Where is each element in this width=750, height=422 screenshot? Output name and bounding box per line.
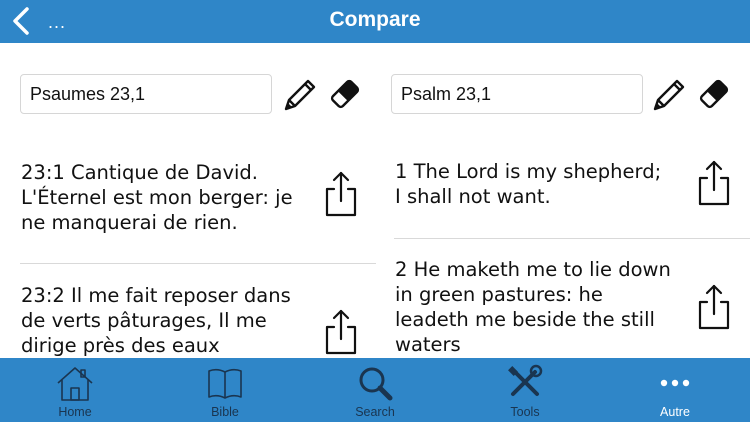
- left-compare-panel: 23:1 Cantique de David. L'Éternel est mo…: [0, 43, 376, 358]
- share-icon[interactable]: [322, 308, 360, 356]
- eraser-icon[interactable]: [326, 76, 364, 112]
- tab-tools[interactable]: Tools: [450, 358, 600, 422]
- eraser-icon[interactable]: [695, 76, 733, 112]
- tab-autre[interactable]: Autre: [600, 358, 750, 422]
- pencil-icon[interactable]: [650, 76, 688, 112]
- tab-search-label: Search: [355, 405, 395, 419]
- right-compare-panel: 1 The Lord is my shepherd; I shall not w…: [376, 43, 750, 358]
- verse-divider: [394, 238, 750, 239]
- tools-icon: [508, 364, 543, 396]
- tab-home-label: Home: [58, 405, 92, 419]
- right-reference-input[interactable]: [391, 74, 643, 114]
- tab-bible[interactable]: Bible: [150, 358, 300, 422]
- share-icon[interactable]: [322, 170, 360, 218]
- tab-bar: Home Bible Search Tools Autre: [0, 358, 750, 422]
- right-verse-2: 2 He maketh me to lie down in green past…: [395, 258, 671, 356]
- left-verse-1: 23:1 Cantique de David. L'Éternel est mo…: [21, 161, 293, 234]
- book-icon: [208, 368, 242, 399]
- tab-tools-label: Tools: [510, 405, 540, 419]
- left-reference-input[interactable]: [20, 74, 272, 114]
- verse-divider: [20, 263, 376, 264]
- page-title: Compare: [329, 8, 421, 31]
- tab-bible-label: Bible: [211, 405, 239, 419]
- tab-search[interactable]: Search: [300, 358, 450, 422]
- share-icon[interactable]: [695, 283, 733, 331]
- tab-home[interactable]: Home: [0, 358, 150, 422]
- tab-autre-label: Autre: [660, 405, 690, 419]
- home-icon: [57, 367, 93, 401]
- pencil-icon[interactable]: [281, 76, 319, 112]
- more-icon: [660, 379, 690, 387]
- nav-bar: ... Compare: [0, 0, 750, 43]
- left-verse-2: 23:2 Il me fait reposer dans de verts pâ…: [21, 284, 291, 357]
- share-icon[interactable]: [695, 159, 733, 207]
- right-verse-1: 1 The Lord is my shepherd; I shall not w…: [395, 160, 662, 208]
- search-icon: [359, 367, 393, 401]
